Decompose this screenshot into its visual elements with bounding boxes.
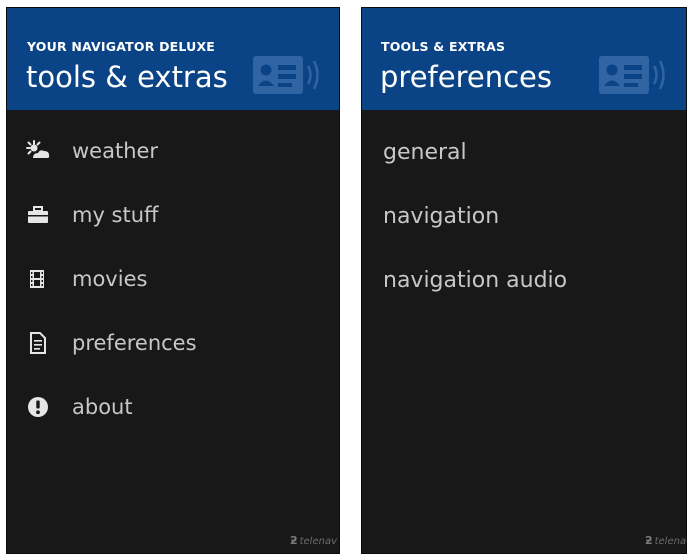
page-title: tools & extras bbox=[26, 60, 228, 94]
app-name: YOUR NAVIGATOR DELUXE bbox=[27, 39, 216, 54]
menu-label: about bbox=[72, 395, 133, 419]
pref-label: general bbox=[383, 140, 467, 165]
telenav-logo: ƻtelenav bbox=[290, 534, 337, 547]
pref-item-navigation-audio[interactable]: navigation audio bbox=[362, 257, 686, 305]
menu-label: preferences bbox=[72, 331, 197, 355]
document-icon bbox=[30, 332, 46, 354]
page-title: preferences bbox=[380, 60, 552, 94]
pref-item-general[interactable]: general bbox=[362, 129, 686, 177]
menu-label: movies bbox=[72, 267, 148, 291]
brand-text: telenav bbox=[299, 536, 337, 547]
pref-item-navigation[interactable]: navigation bbox=[362, 193, 686, 241]
weather-icon bbox=[26, 140, 50, 158]
menu-item-preferences[interactable]: preferences bbox=[7, 319, 339, 367]
brand-text: telenav bbox=[654, 536, 687, 547]
menu-item-about[interactable]: about bbox=[7, 383, 339, 431]
header-bar: YOUR NAVIGATOR DELUXE tools & extras bbox=[7, 8, 339, 110]
pref-label: navigation bbox=[383, 204, 500, 229]
telenav-mark-icon: ƻ bbox=[289, 534, 298, 547]
menu-label: my stuff bbox=[72, 203, 159, 227]
menu-item-weather[interactable]: weather bbox=[7, 127, 339, 175]
menu-label: weather bbox=[72, 139, 159, 163]
preferences-screen: TOOLS & EXTRAS preferences general navig… bbox=[361, 7, 687, 554]
breadcrumb: TOOLS & EXTRAS bbox=[381, 39, 506, 54]
info-icon bbox=[28, 397, 48, 417]
telenav-logo: ƻtelenav bbox=[644, 534, 687, 547]
pref-label: navigation audio bbox=[383, 268, 568, 293]
telenav-mark-icon: ƻ bbox=[644, 534, 653, 547]
tools-extras-screen: YOUR NAVIGATOR DELUXE tools & extras wea… bbox=[6, 7, 340, 554]
menu-item-movies[interactable]: movies bbox=[7, 255, 339, 303]
menu-item-my-stuff[interactable]: my stuff bbox=[7, 191, 339, 239]
contact-card-icon bbox=[253, 56, 319, 94]
briefcase-icon bbox=[28, 206, 48, 223]
film-icon bbox=[30, 270, 44, 288]
header-bar: TOOLS & EXTRAS preferences bbox=[362, 8, 686, 110]
contact-card-icon bbox=[599, 56, 665, 94]
